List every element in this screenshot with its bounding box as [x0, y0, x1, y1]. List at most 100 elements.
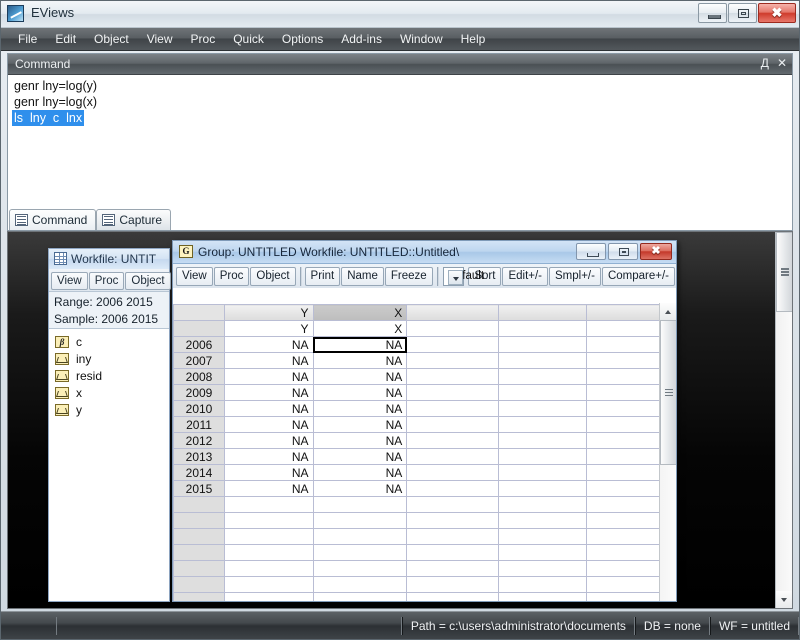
menu-file[interactable]: File [9, 30, 46, 48]
list-item[interactable]: x [55, 386, 169, 400]
group-object-button[interactable]: Object [250, 267, 295, 286]
data-cell[interactable]: NA [225, 417, 314, 433]
minimize-button[interactable] [698, 3, 727, 23]
data-cell[interactable]: NA [225, 433, 314, 449]
data-cell[interactable]: NA [225, 401, 314, 417]
data-cell[interactable]: NA [313, 481, 407, 497]
data-cell[interactable] [498, 513, 587, 529]
data-cell[interactable] [498, 497, 587, 513]
row-header[interactable] [174, 577, 225, 593]
data-cell[interactable] [313, 545, 407, 561]
row-header[interactable] [174, 545, 225, 561]
column-header[interactable] [174, 305, 225, 321]
menu-view[interactable]: View [138, 30, 182, 48]
workfile-proc-button[interactable]: Proc [89, 272, 125, 290]
maximize-button[interactable] [728, 3, 757, 23]
spreadsheet-grid[interactable]: YXYX2006NANA2007NANA2008NANA2009NANA2010… [173, 288, 676, 601]
row-header[interactable] [174, 561, 225, 577]
data-cell[interactable]: NA [313, 433, 407, 449]
data-cell[interactable]: NA [225, 465, 314, 481]
menu-edit[interactable]: Edit [46, 30, 85, 48]
data-cell[interactable] [498, 529, 587, 545]
data-cell[interactable] [225, 593, 314, 602]
data-cell[interactable]: NA [313, 353, 407, 369]
group-edit-button[interactable]: Edit+/- [502, 267, 548, 286]
data-cell[interactable] [498, 401, 587, 417]
list-item[interactable]: iny [55, 352, 169, 366]
data-cell[interactable] [313, 561, 407, 577]
data-cell[interactable]: NA [313, 417, 407, 433]
row-header[interactable]: 2010 [174, 401, 225, 417]
grid-scroll-thumb[interactable] [660, 320, 676, 465]
data-cell[interactable]: NA [225, 481, 314, 497]
column-header[interactable]: X [313, 305, 407, 321]
pin-icon[interactable]: Д [761, 56, 769, 70]
data-cell[interactable] [498, 593, 587, 602]
column-header[interactable] [498, 305, 587, 321]
data-cell[interactable] [407, 369, 499, 385]
data-cell[interactable] [407, 401, 499, 417]
workfile-window[interactable]: Workfile: UNTIT View Proc Object S Range… [48, 248, 170, 602]
group-freeze-button[interactable]: Freeze [385, 267, 433, 286]
row-header[interactable]: 2007 [174, 353, 225, 369]
data-cell[interactable] [498, 385, 587, 401]
row-header[interactable] [174, 529, 225, 545]
data-cell[interactable] [313, 529, 407, 545]
series-name-cell[interactable]: Y [225, 321, 314, 337]
data-cell[interactable]: NA [225, 385, 314, 401]
data-cell[interactable] [407, 577, 499, 593]
group-minimize-button[interactable] [576, 243, 606, 260]
row-header[interactable] [174, 497, 225, 513]
series-name-cell[interactable] [174, 321, 225, 337]
data-cell[interactable] [407, 465, 499, 481]
tab-command[interactable]: Command [9, 209, 96, 230]
data-cell[interactable] [498, 449, 587, 465]
close-button[interactable]: ✖ [758, 3, 796, 23]
group-name-button[interactable]: Name [341, 267, 384, 286]
grid-vertical-scrollbar[interactable] [659, 303, 676, 601]
data-cell[interactable] [407, 561, 499, 577]
row-header[interactable]: 2015 [174, 481, 225, 497]
workfile-object-list[interactable]: β c iny resid x y [49, 328, 169, 601]
scroll-down-arrow-icon[interactable] [776, 591, 793, 608]
data-cell[interactable] [407, 529, 499, 545]
data-cell[interactable] [498, 481, 587, 497]
data-cell[interactable]: NA [225, 449, 314, 465]
data-cell[interactable] [407, 385, 499, 401]
data-cell[interactable]: NA [313, 465, 407, 481]
data-cell[interactable] [407, 449, 499, 465]
data-cell[interactable] [407, 353, 499, 369]
menu-options[interactable]: Options [273, 30, 332, 48]
data-cell[interactable] [407, 417, 499, 433]
view-mode-select[interactable]: Default [443, 267, 465, 286]
data-cell[interactable]: NA [313, 449, 407, 465]
data-cell[interactable]: NA [313, 385, 407, 401]
group-print-button[interactable]: Print [305, 267, 341, 286]
data-cell[interactable] [313, 497, 407, 513]
workspace-vertical-scrollbar[interactable] [775, 232, 792, 608]
group-window[interactable]: G Group: UNTITLED Workfile: UNTITLED::Un… [172, 240, 677, 602]
list-item[interactable]: β c [55, 335, 169, 349]
data-cell[interactable] [407, 481, 499, 497]
data-cell[interactable] [407, 545, 499, 561]
row-header[interactable]: 2011 [174, 417, 225, 433]
data-cell[interactable] [225, 497, 314, 513]
menu-window[interactable]: Window [391, 30, 452, 48]
row-header[interactable]: 2014 [174, 465, 225, 481]
data-cell[interactable] [225, 545, 314, 561]
data-cell[interactable] [498, 369, 587, 385]
scroll-up-arrow-icon[interactable] [660, 303, 676, 320]
data-cell[interactable] [407, 497, 499, 513]
data-cell[interactable] [407, 593, 499, 602]
data-cell[interactable] [313, 593, 407, 602]
column-header[interactable] [407, 305, 499, 321]
command-input-area[interactable]: genr lny=log(y) genr lny=log(x) ls lny c… [8, 75, 792, 230]
workfile-view-button[interactable]: View [51, 272, 88, 290]
workfile-object-button[interactable]: Object [125, 272, 170, 290]
data-cell[interactable] [498, 465, 587, 481]
row-header[interactable]: 2006 [174, 337, 225, 353]
group-compare-button[interactable]: Compare+/- [602, 267, 675, 286]
list-item[interactable]: y [55, 403, 169, 417]
data-cell[interactable] [407, 433, 499, 449]
series-name-cell[interactable]: X [313, 321, 407, 337]
